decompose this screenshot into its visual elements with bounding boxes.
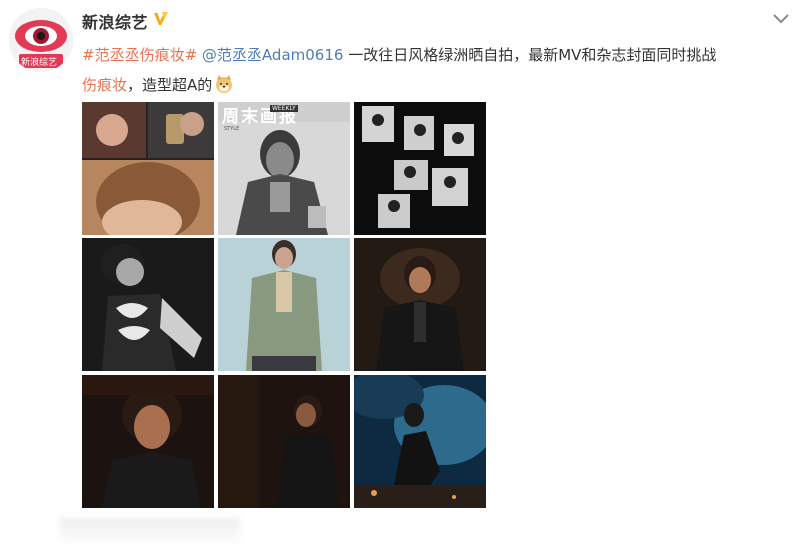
mention-link[interactable]: @范丞丞Adam0616	[202, 46, 344, 64]
author-name[interactable]: 新浪综艺	[82, 9, 148, 33]
photo-thumbnail-8[interactable]	[218, 375, 350, 508]
photo-thumbnail-2[interactable]: 周末画报 WEEKLY STYLE	[218, 102, 350, 235]
chevron-down-icon[interactable]	[772, 12, 790, 26]
photo-thumbnail-9[interactable]	[354, 375, 486, 508]
bottom-fade	[60, 518, 240, 546]
photo-thumbnail-6[interactable]	[354, 238, 486, 371]
photo-thumbnail-1[interactable]	[82, 102, 214, 235]
photo-thumbnail-5[interactable]	[218, 238, 350, 371]
post-text: #范丞丞伤痕妆# @范丞丞Adam0616 一改往日风格绿洲晒自拍，最新MV和杂…	[82, 40, 782, 100]
photo-grid: 周末画报 WEEKLY STYLE	[82, 102, 486, 508]
photo-thumbnail-7[interactable]	[82, 375, 214, 508]
magazine-subtitle: WEEKLY	[270, 105, 298, 112]
photo-thumbnail-3[interactable]	[354, 102, 486, 235]
author-avatar[interactable]: 新浪综艺	[9, 8, 73, 72]
magazine-style-label: STYLE	[224, 126, 240, 132]
post-text-part1: 一改往日风格绿洲晒自拍，最新MV和杂志封面同时挑战	[343, 46, 717, 64]
post-text-part2: ，造型超A的	[127, 76, 213, 94]
verified-v-icon	[154, 12, 168, 25]
doge-emoji-icon	[216, 75, 233, 93]
avatar-badge-text: 新浪综艺	[21, 58, 58, 68]
photo-thumbnail-4[interactable]	[82, 238, 214, 371]
highlight-link[interactable]: 伤痕妆	[82, 76, 127, 94]
hashtag-link[interactable]: #范丞丞伤痕妆#	[82, 46, 197, 64]
